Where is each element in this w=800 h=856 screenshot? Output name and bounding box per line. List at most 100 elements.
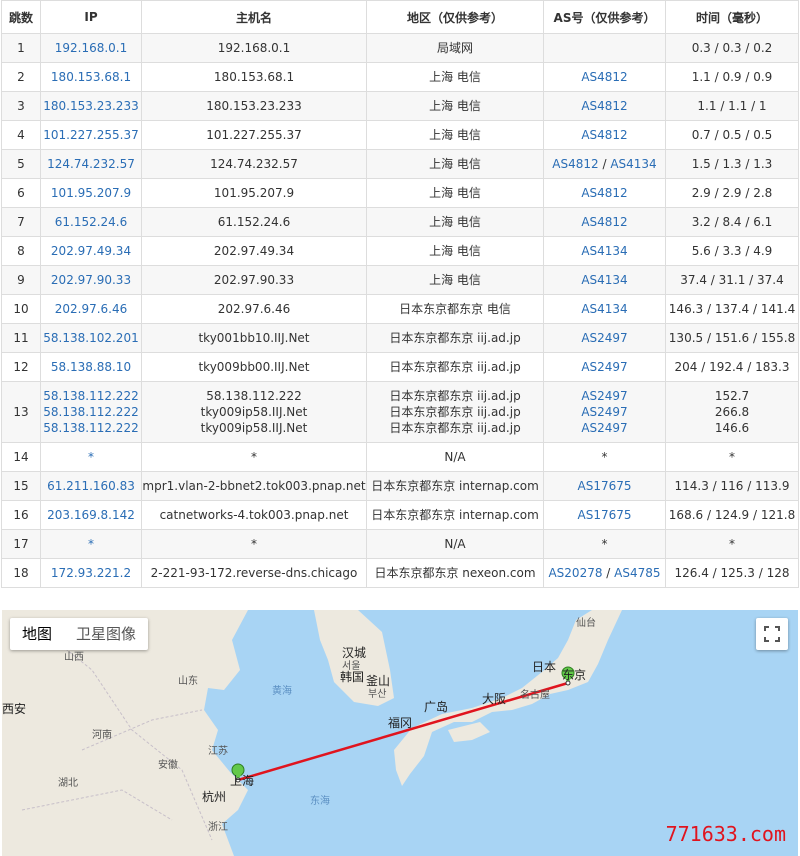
table-row: 1 192.168.0.1 192.168.0.1 局域网 0.3 / 0.3 / 0.… [1, 33, 799, 63]
as-cell [543, 33, 666, 63]
as-line: AS4812 / AS4134 [544, 156, 665, 172]
region-cell: 日本东京都东京 iij.ad.jp [366, 323, 544, 353]
table-row: 17 * * N/A * * [1, 529, 799, 559]
table-row: 3 180.153.23.233 180.153.23.233 上海 电信 AS4812… [1, 91, 799, 121]
region-cell-text: 上海 电信 [429, 186, 481, 200]
ip-cell-text[interactable]: 124.74.232.57 [41, 156, 141, 172]
hostname-cell-text: 58.138.112.222 [206, 389, 302, 403]
region-cell: 上海 电信 [366, 207, 544, 237]
ip-cell-text[interactable]: 180.153.23.233 [41, 98, 141, 114]
as-cell: AS17675 [543, 471, 666, 501]
as-link[interactable]: AS2497 [581, 360, 627, 374]
ip-cell-text[interactable]: 202.97.6.46 [41, 301, 141, 317]
region-cell-text: 上海 电信 [429, 128, 481, 142]
time-cell-text: 37.4 / 31.1 / 37.4 [680, 273, 784, 287]
as-link[interactable]: AS2497 [581, 405, 627, 419]
label-shanxi: 山西 [64, 652, 84, 663]
header-hostname: 主机名 [141, 0, 367, 34]
label-zhejiang: 浙江 [208, 822, 228, 833]
hop-cell: 9 [1, 265, 41, 295]
ip-cell-text[interactable]: 58.138.112.222 [41, 420, 141, 436]
region-cell: 局域网 [366, 33, 544, 63]
ip-cell-text[interactable]: 58.138.112.222 [41, 404, 141, 420]
ip-cell-text[interactable]: 58.138.102.201 [41, 330, 141, 346]
ip-cell-text[interactable]: 58.138.88.10 [41, 359, 141, 375]
ip-cell: 202.97.6.46 [40, 294, 142, 324]
hostname-cell-text: 192.168.0.1 [217, 41, 291, 55]
traceroute-table: 跳数 IP 主机名 地区（仅供参考） AS号（仅供参考） 时间（毫秒） 1 192… [1, 0, 799, 588]
as-link[interactable]: AS20278 [548, 566, 602, 580]
as-cell: * [543, 442, 666, 472]
time-cell-text: 126.4 / 125.3 / 128 [674, 566, 790, 580]
ip-cell-text[interactable]: 172.93.221.2 [41, 565, 141, 581]
as-link[interactable]: AS4134 [581, 273, 627, 287]
time-cell-text: 1.5 / 1.3 / 1.3 [691, 157, 773, 171]
as-link[interactable]: AS2497 [581, 421, 627, 435]
table-row: 16 203.169.8.142 catnetworks-4.tok003.pnap… [1, 500, 799, 530]
hop-cell: 6 [1, 178, 41, 208]
as-line: AS4812 [544, 98, 665, 114]
as-link[interactable]: AS4812 [552, 157, 598, 171]
time-cell: 114.3 / 116 / 113.9 [665, 471, 799, 501]
as-link[interactable]: AS4812 [581, 128, 627, 142]
ip-cell: 202.97.90.33 [40, 265, 142, 295]
time-cell: 204 / 192.4 / 183.3 [665, 352, 799, 382]
time-cell-text: * [729, 537, 735, 551]
hostname-cell-text: tky009ip58.IIJ.Net [200, 421, 308, 435]
as-link[interactable]: AS4812 [581, 215, 627, 229]
hostname-cell-text: catnetworks-4.tok003.pnap.net [159, 508, 349, 522]
hostname-cell: 61.152.24.6 [141, 207, 367, 237]
as-link[interactable]: AS4812 [581, 99, 627, 113]
hop-cell: 13 [1, 381, 41, 443]
hop-cell: 16 [1, 500, 41, 530]
as-link[interactable]: AS2497 [581, 389, 627, 403]
ip-cell-text[interactable]: 202.97.90.33 [41, 272, 141, 288]
ip-cell-text[interactable]: 101.95.207.9 [41, 185, 141, 201]
as-link[interactable]: AS2497 [581, 331, 627, 345]
as-line: AS2497 [544, 420, 665, 436]
ip-cell-text[interactable]: 61.211.160.83 [41, 478, 141, 494]
ip-cell: 101.95.207.9 [40, 178, 142, 208]
region-cell: 上海 电信 [366, 120, 544, 150]
as-link[interactable]: AS4812 [581, 70, 627, 84]
region-cell-text: 上海 电信 [429, 157, 481, 171]
as-link[interactable]: AS4812 [581, 186, 627, 200]
region-cell-text: 日本东京都东京 nexeon.com [374, 566, 536, 580]
route-map[interactable]: 仙台 汉城 서울 韩国 釜山 부산 日本 东京 广岛 大阪 名古屋 福冈 山西 … [2, 610, 798, 856]
map-land-shikoku [448, 722, 490, 742]
ip-cell-text[interactable]: 203.169.8.142 [41, 507, 141, 523]
hostname-cell: 180.153.23.233 [141, 91, 367, 121]
ip-cell: 58.138.88.10 [40, 352, 142, 382]
time-cell: 1.1 / 1.1 / 1 [665, 91, 799, 121]
as-link[interactable]: AS17675 [578, 479, 632, 493]
hop-cell-text: 7 [17, 215, 25, 229]
as-link[interactable]: AS4134 [610, 157, 656, 171]
hostname-cell: tky009bb00.IIJ.Net [141, 352, 367, 382]
hostname-cell-text: 180.153.23.233 [206, 99, 302, 113]
ip-cell-text[interactable]: 192.168.0.1 [41, 40, 141, 56]
ip-cell: 192.168.0.1 [40, 33, 142, 63]
as-link[interactable]: AS4134 [581, 302, 627, 316]
hostname-cell-text: tky001bb10.IIJ.Net [198, 331, 310, 345]
ip-cell-text[interactable]: 202.97.49.34 [41, 243, 141, 259]
time-cell-text: 130.5 / 151.6 / 155.8 [668, 331, 796, 345]
ip-cell-text[interactable]: 101.227.255.37 [41, 127, 141, 143]
ip-cell-text[interactable]: * [41, 536, 141, 552]
as-link[interactable]: AS4785 [614, 566, 660, 580]
as-link[interactable]: AS4134 [581, 244, 627, 258]
as-link[interactable]: AS17675 [578, 508, 632, 522]
label-nagoya: 名古屋 [520, 690, 550, 701]
ip-cell-text[interactable]: * [41, 449, 141, 465]
ip-cell-text[interactable]: 180.153.68.1 [41, 69, 141, 85]
ip-cell-text[interactable]: 61.152.24.6 [41, 214, 141, 230]
fullscreen-button[interactable] [756, 618, 788, 650]
hop-cell: 7 [1, 207, 41, 237]
hop-cell: 5 [1, 149, 41, 179]
satellite-button[interactable]: 卫星图像 [64, 618, 148, 650]
ip-cell-text[interactable]: 58.138.112.222 [41, 388, 141, 404]
hop-cell-text: 10 [13, 302, 29, 316]
label-jiangsu: 江苏 [208, 746, 228, 757]
time-cell-text: 5.6 / 3.3 / 4.9 [691, 244, 773, 258]
map-button[interactable]: 地图 [10, 618, 64, 650]
as-cell: AS4812 [543, 62, 666, 92]
